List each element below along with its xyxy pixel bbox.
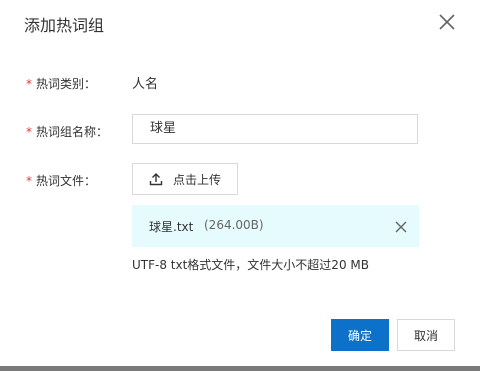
file-label-text: 热词文件： — [36, 174, 97, 188]
required-mark: * — [26, 125, 32, 139]
upload-icon — [149, 173, 163, 186]
group-name-label-text: 热词组名称： — [36, 125, 109, 139]
uploaded-file-item: 球星.txt (264.00B) — [132, 205, 419, 247]
close-button[interactable] — [437, 12, 457, 32]
close-icon — [439, 14, 455, 30]
required-mark: * — [26, 174, 32, 188]
required-mark: * — [26, 77, 32, 91]
file-size: (264.00B) — [204, 218, 264, 232]
confirm-button[interactable]: 确定 — [331, 319, 389, 351]
dialog-title: 添加热词组 — [24, 16, 105, 35]
group-name-label: * 热词组名称： — [26, 123, 108, 140]
window-bottom-edge — [0, 366, 480, 371]
category-label-text: 热词类别： — [36, 77, 97, 91]
file-format-hint: UTF-8 txt格式文件，文件大小不超过20 MB — [132, 258, 369, 272]
upload-button-label: 点击上传 — [172, 172, 221, 187]
add-hotword-group-dialog: 添加热词组 * 热词类别： 人名 * 热词组名称： 球星 * 热词文件： 点击上传 球… — [0, 0, 480, 371]
group-name-input[interactable]: 球星 — [132, 114, 418, 144]
file-name: 球星.txt — [149, 220, 194, 234]
cancel-button[interactable]: 取消 — [397, 319, 455, 351]
category-value: 人名 — [132, 77, 159, 92]
category-label: * 热词类别： — [26, 75, 96, 92]
upload-button[interactable]: 点击上传 — [132, 163, 238, 195]
close-icon — [395, 221, 407, 233]
file-label: * 热词文件： — [26, 172, 96, 189]
remove-file-button[interactable] — [394, 219, 408, 233]
